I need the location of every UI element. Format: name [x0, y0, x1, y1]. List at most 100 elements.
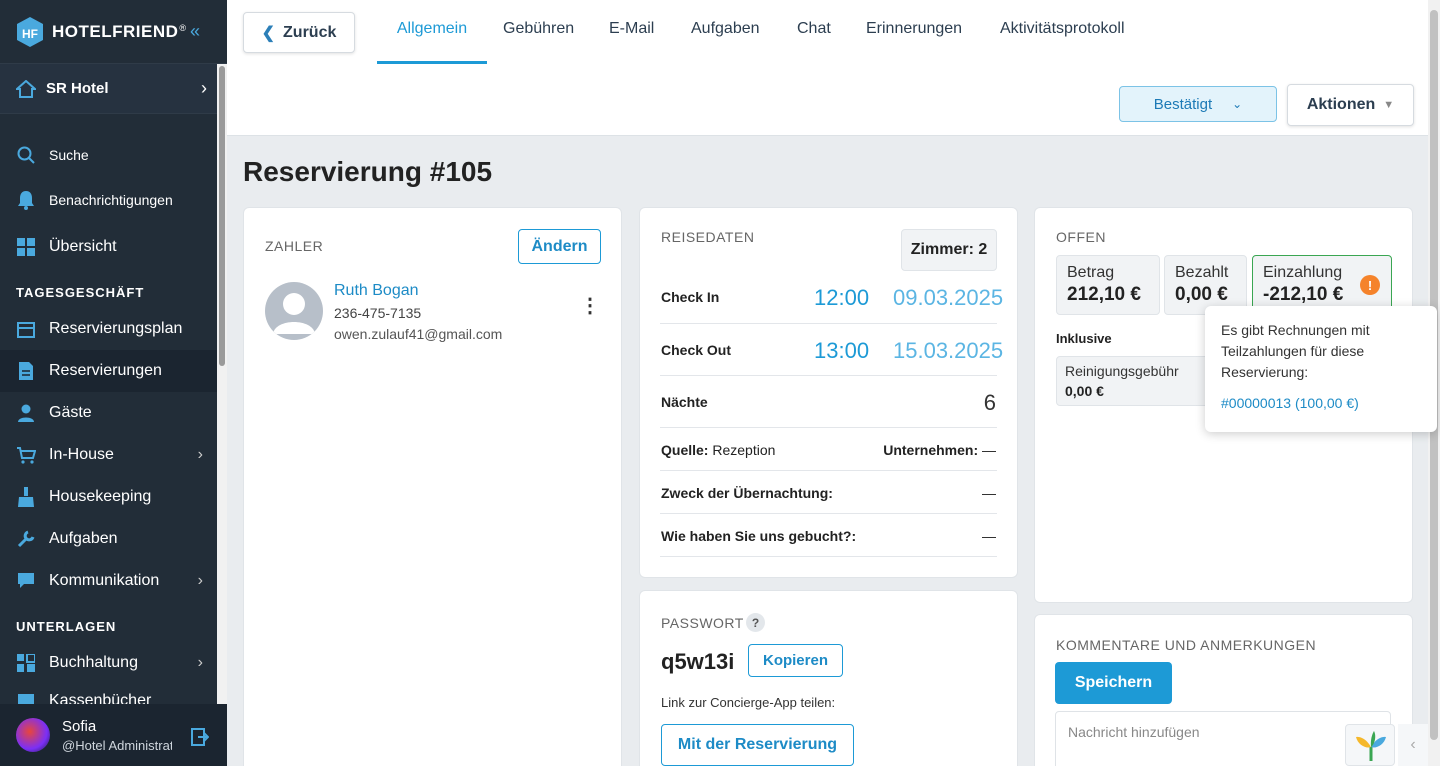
sidebar-item-label: Übersicht	[49, 238, 117, 255]
sidebar-item-label: Benachrichtigungen	[49, 192, 173, 208]
sidebar-item-label: In-House	[49, 446, 114, 463]
payer-email: owen.zulauf41@gmail.com	[334, 326, 503, 342]
checkin-time: 12:00	[814, 285, 870, 310]
checkin-label: Check In	[661, 289, 720, 305]
sidebar-item-guests[interactable]: Gäste	[0, 392, 217, 434]
trip-card: REISEDATEN Zimmer: 2 Check In 12:00 09.0…	[639, 207, 1018, 578]
sidebar-item-reservation-plan[interactable]: Reservierungsplan	[0, 308, 217, 350]
sidebar-item-label: Buchhaltung	[49, 654, 138, 671]
sidebar-item-tasks[interactable]: Aufgaben	[0, 518, 217, 560]
book-icon	[16, 692, 36, 704]
comment-input[interactable]: Nachricht hinzufügen	[1055, 711, 1391, 766]
partial-payment-tooltip: Es gibt Rechnungen mit Teilzahlungen für…	[1205, 306, 1437, 432]
paid-value: 0,00 €	[1175, 284, 1228, 305]
sidebar-item-label: Aufgaben	[49, 530, 118, 547]
help-icon[interactable]: ?	[746, 613, 765, 632]
chevron-right-icon: ›	[201, 78, 207, 98]
chevron-left-icon[interactable]: ‹	[1398, 724, 1428, 766]
paid-label: Bezahlt	[1175, 264, 1229, 281]
caret-down-icon: ▼	[1383, 99, 1395, 111]
source-value: Rezeption	[712, 442, 776, 458]
sidebar-item-label: Suche	[49, 147, 89, 163]
sidebar-item-label: Reservierungen	[49, 362, 162, 379]
actions-label: Aktionen	[1306, 96, 1376, 113]
broom-icon	[16, 487, 36, 507]
hotelfriend-logo-icon: HF	[16, 16, 44, 48]
booked-value: —	[982, 528, 996, 544]
chevron-right-icon: ›	[197, 446, 203, 463]
tab-gebuehren[interactable]: Gebühren	[503, 20, 574, 64]
brand-name: HOTELFRIEND	[52, 21, 179, 41]
sidebar-item-notifications[interactable]: Benachrichtigungen	[0, 179, 217, 221]
warning-icon[interactable]: !	[1360, 275, 1380, 295]
invoice-link[interactable]: #00000013 (100,00 €)	[1221, 393, 1421, 414]
wrench-icon	[16, 529, 36, 549]
more-options-icon[interactable]: ⋮	[580, 296, 600, 316]
sidebar-item-housekeeping[interactable]: Housekeeping	[0, 476, 217, 518]
change-payer-button[interactable]: Ändern	[518, 229, 601, 264]
support-widget[interactable]	[1345, 724, 1395, 766]
sidebar-item-overview[interactable]: Übersicht	[0, 226, 217, 268]
divider	[660, 556, 997, 557]
back-button[interactable]: ❮ Zurück	[243, 12, 355, 53]
collapse-sidebar-icon[interactable]: «	[190, 21, 200, 42]
sidebar-scrollbar-thumb[interactable]	[219, 66, 225, 366]
nights-value: 6	[983, 390, 996, 415]
avatar	[16, 718, 50, 752]
divider	[660, 427, 997, 428]
source-row: Quelle: Rezeption	[661, 442, 775, 458]
divider	[660, 513, 997, 514]
purpose-label: Zweck der Übernachtung:	[661, 485, 833, 501]
sidebar-item-search[interactable]: Suche	[0, 134, 217, 176]
password-value: q5w13i	[661, 649, 735, 674]
user-profile[interactable]: Sofia @Hotel Administrator	[0, 704, 227, 766]
tooltip-text: Es gibt Rechnungen mit Teilzahlungen für…	[1221, 322, 1370, 380]
tab-erinnerungen[interactable]: Erinnerungen	[866, 20, 962, 64]
person-icon	[16, 403, 36, 423]
cart-icon	[16, 445, 36, 465]
hotel-selector[interactable]: SR Hotel ›	[0, 64, 227, 114]
payer-phone: 236-475-7135	[334, 305, 422, 321]
logo[interactable]: HF HOTELFRIEND ® «	[0, 0, 227, 64]
tab-aktivitaetsprotokoll[interactable]: Aktivitätsprotokoll	[1000, 20, 1125, 64]
tab-email[interactable]: E-Mail	[609, 20, 654, 64]
sidebar-item-cashbooks[interactable]: Kassenbücher	[0, 684, 217, 704]
sidebar-item-reservations[interactable]: Reservierungen	[0, 350, 217, 392]
back-label: Zurück	[283, 23, 337, 41]
user-name: Sofia	[62, 717, 97, 735]
copy-password-button[interactable]: Kopieren	[748, 644, 843, 677]
source-label: Quelle:	[661, 442, 709, 458]
section-title: UNTERLAGEN	[16, 619, 117, 634]
nights-label: Nächte	[661, 394, 708, 410]
amount-box: Betrag 212,10 €	[1056, 255, 1160, 315]
logout-icon[interactable]	[191, 728, 210, 751]
divider	[660, 375, 997, 376]
payer-card: ZAHLER Ändern Ruth Bogan 236-475-7135 ow…	[243, 207, 622, 766]
sidebar-item-label: Reservierungsplan	[49, 320, 183, 337]
share-with-reservation-button[interactable]: Mit der Reservierung	[661, 724, 854, 766]
payer-name[interactable]: Ruth Bogan	[334, 282, 419, 300]
section-title: TAGESGESCHÄFT	[16, 285, 145, 300]
share-label: Link zur Concierge-App teilen:	[661, 695, 836, 710]
tab-aufgaben[interactable]: Aufgaben	[691, 20, 760, 64]
company-row: Unternehmen: —	[883, 442, 996, 458]
sidebar-item-in-house[interactable]: In-House ›	[0, 434, 217, 476]
tab-chat[interactable]: Chat	[797, 20, 831, 64]
open-label: OFFEN	[1056, 229, 1106, 245]
divider	[660, 470, 997, 471]
save-comment-button[interactable]: Speichern	[1055, 662, 1172, 704]
sidebar-item-communication[interactable]: Kommunikation ›	[0, 560, 217, 602]
brand-reg: ®	[179, 22, 187, 33]
password-card: PASSWORT ? q5w13i Kopieren Link zur Conc…	[639, 590, 1018, 766]
hotel-name: SR Hotel	[46, 80, 109, 97]
tab-allgemein[interactable]: Allgemein	[377, 20, 487, 64]
sidebar-item-accounting[interactable]: Reservierungsplan Buchhaltung ›	[0, 642, 217, 684]
svg-text:HF: HF	[22, 27, 38, 41]
status-dropdown[interactable]: Bestätigt ⌄	[1119, 86, 1277, 122]
chevron-right-icon: ›	[197, 654, 203, 671]
fee-value: 0,00 €	[1065, 383, 1104, 399]
actions-dropdown[interactable]: Aktionen ▼	[1287, 84, 1414, 126]
payer-avatar	[265, 282, 323, 340]
fee-box: Reinigungsgebühr 0,00 €	[1056, 356, 1216, 406]
trip-label: REISEDATEN	[661, 229, 755, 245]
